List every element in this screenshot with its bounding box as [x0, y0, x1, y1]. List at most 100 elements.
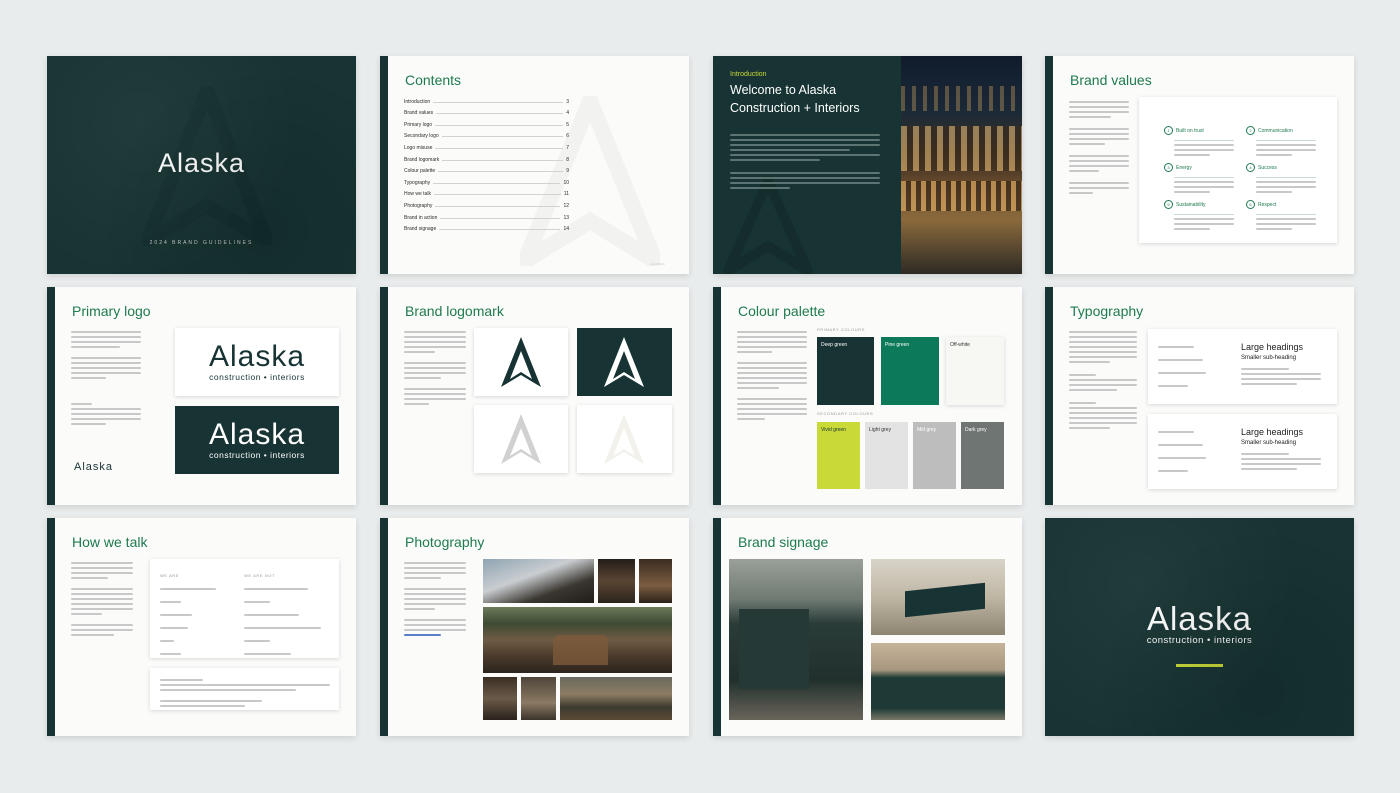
values-card: 1 Built on trust 2 Communication 3 Energy 4 Suc… [1139, 97, 1337, 243]
toc-item[interactable]: Brand in action 13 [404, 209, 569, 221]
logomark-grey [474, 405, 568, 473]
swatch-name: Off-white [950, 342, 970, 348]
value-name: Sustainability [1176, 202, 1206, 208]
slide-brand-signage[interactable]: Brand signage [713, 518, 1022, 736]
swatch-name: Mid grey [917, 427, 937, 433]
toc-item[interactable]: Brand signage 14 [404, 221, 569, 233]
toc-label: Brand signage [404, 226, 437, 233]
page-title: Brand logomark [405, 303, 504, 319]
cover-logo-wordmark: Alaska [157, 148, 246, 178]
value-item: 5 Sustainability [1164, 193, 1234, 233]
logo-wordmark: Alaska [208, 340, 306, 373]
swatch-light-grey: Light grey [865, 422, 908, 489]
photo-stairs [598, 559, 635, 603]
photo-lobby [483, 607, 672, 673]
value-number: 6 [1246, 200, 1255, 209]
toc-label: Brand in action [404, 214, 438, 221]
toc-item[interactable]: Brand values 4 [404, 105, 569, 117]
logomark-icon [604, 414, 644, 464]
tone-card: WE ARE WE ARE NOT [150, 559, 339, 658]
palette-body-text [737, 328, 807, 423]
value-item: 6 Respect [1246, 193, 1316, 233]
toc-page-number: 8 [566, 156, 569, 163]
toc-item[interactable]: How we talk 11 [404, 186, 569, 198]
slide-how-we-talk[interactable]: How we talk WE ARE WE ARE NOT [47, 518, 356, 736]
swatch-name: Dark grey [965, 427, 987, 433]
toc-label: Typography [404, 179, 431, 186]
photography-body-text [404, 559, 466, 639]
swatch-deep-green: Deep green [817, 337, 874, 405]
toc-leader [435, 124, 564, 126]
slide-side-bar [47, 518, 55, 736]
slide-brand-logomark[interactable]: Brand logomark [380, 287, 689, 505]
toc-item[interactable]: Introduction 3 [404, 93, 569, 105]
small-logo: Alaska [74, 461, 114, 473]
toc-page-number: 11 [563, 191, 569, 198]
slide-cover[interactable]: Alaska 2024 BRAND GUIDELINES [47, 56, 356, 274]
logomark-offwhite [577, 405, 672, 473]
tone-example-text [160, 676, 330, 710]
slide-side-bar [1045, 287, 1053, 505]
logomark-body-text [404, 328, 466, 408]
toc-item[interactable]: Typography 10 [404, 174, 569, 186]
toc-page-number: 14 [563, 226, 569, 233]
values-intro-text [1069, 98, 1129, 197]
toc-page-number: 10 [563, 179, 569, 186]
primary-logo-dark: Alaska construction • interiors [175, 406, 339, 474]
toc-leader [435, 147, 564, 149]
toc-item[interactable]: Secondary logo 6 [404, 128, 569, 139]
page-title: Primary logo [72, 303, 151, 319]
toc-leader [440, 217, 561, 219]
toc-item[interactable]: Primary logo 5 [404, 116, 569, 128]
value-item: 3 Energy [1164, 156, 1234, 196]
toc-leader [433, 194, 561, 196]
swatch-vivid-green: Vivid green [817, 422, 860, 489]
logomark-icon [501, 414, 541, 464]
value-number: 3 [1164, 163, 1173, 172]
value-item: 4 Success [1246, 156, 1316, 196]
secondary-colours-label: SECONDARY COLOURS [817, 411, 874, 416]
large-heading-sample: Large headings [1241, 427, 1304, 437]
toc-label: Brand values [404, 110, 434, 117]
talk-body-text [71, 559, 133, 639]
type-specimen-secondary: Large headings Smaller sub-heading [1148, 414, 1337, 489]
toc-page-number: 13 [563, 214, 569, 221]
photo-signage-hoarding [729, 559, 863, 720]
we-are-not-heading: WE ARE NOT [244, 573, 276, 578]
toc-leader [441, 136, 564, 138]
photo-signage-fence [871, 643, 1005, 720]
typography-body-text [1069, 328, 1137, 432]
sub-heading-sample: Smaller sub-heading [1241, 440, 1297, 446]
toc-item[interactable]: Colour palette 9 [404, 163, 569, 174]
toc-label: How we talk [404, 191, 431, 198]
primary-colours-label: PRIMARY COLOURS [817, 327, 865, 332]
type-specs [1158, 428, 1218, 475]
intro-title-line2: Construction + Interiors [730, 101, 860, 115]
we-are-heading: WE ARE [160, 573, 180, 578]
value-name: Success [1258, 165, 1277, 171]
slide-side-bar [380, 287, 388, 505]
slide-contents[interactable]: Contents Introduction 3 Brand values 4 Prima… [380, 56, 689, 274]
sub-heading-sample: Smaller sub-heading [1241, 355, 1297, 361]
toc-leader [439, 229, 561, 231]
logo-tagline: construction • interiors [209, 372, 305, 382]
toc-item[interactable]: Photography 12 [404, 197, 569, 209]
toc-page-number: 7 [566, 144, 569, 151]
slide-introduction[interactable]: Introduction Welcome to Alaska Construct… [713, 56, 1022, 274]
slide-brand-values[interactable]: Brand values 1 Built on trust 2 Communicati… [1045, 56, 1354, 274]
tone-example-card [150, 668, 339, 710]
swatch-name: Vivid green [821, 427, 846, 433]
photo-kitchen [521, 677, 556, 720]
toc-item[interactable]: Logo misuse 7 [404, 139, 569, 151]
slide-back-cover[interactable]: Alaska construction • interiors [1045, 518, 1354, 736]
large-heading-sample: Large headings [1241, 342, 1304, 352]
toc-leader [435, 205, 561, 207]
slide-photography[interactable]: Photography [380, 518, 689, 736]
slide-colour-palette[interactable]: Colour palette PRIMARY COLOURS Deep gree… [713, 287, 1022, 505]
slide-side-bar [713, 518, 721, 736]
slide-primary-logo[interactable]: Primary logo Alaska Alaska construction … [47, 287, 356, 505]
value-name: Built on trust [1176, 128, 1204, 134]
slide-typography[interactable]: Typography Large headings Smaller sub-he… [1045, 287, 1354, 505]
logo-wordmark: Alaska [208, 418, 306, 451]
toc-item[interactable]: Brand logomark 8 [404, 151, 569, 163]
